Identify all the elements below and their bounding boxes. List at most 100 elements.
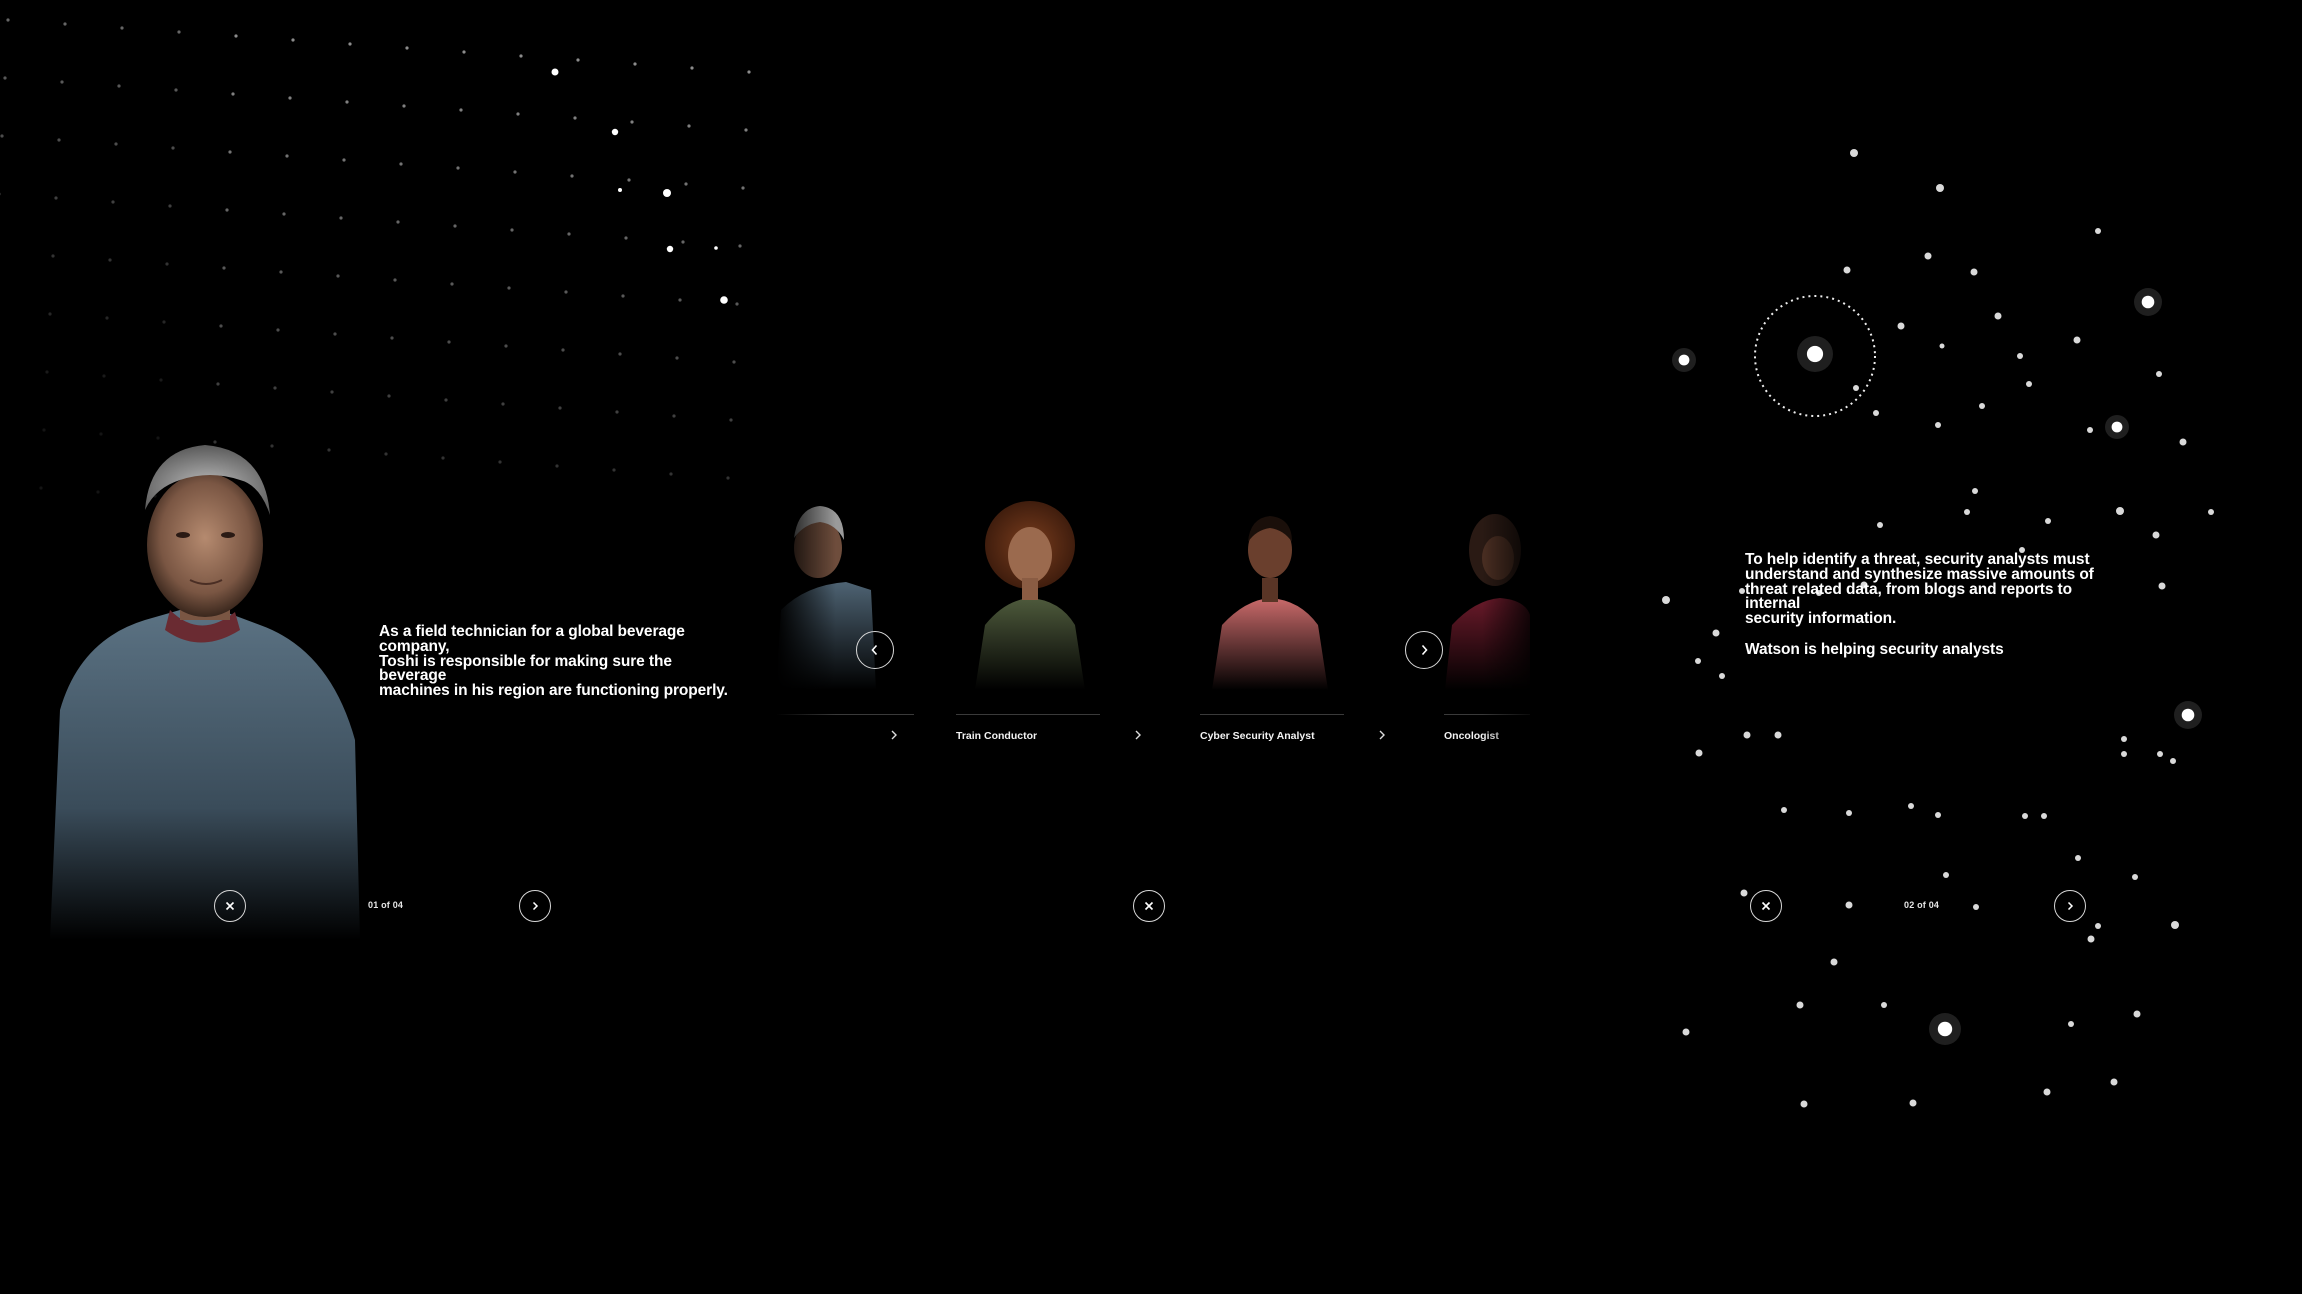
- star-dot: [732, 360, 736, 364]
- star-dot: [231, 92, 235, 96]
- star-dot: [2111, 421, 2123, 433]
- star-dot: [726, 476, 730, 480]
- star-dot: [1979, 403, 1985, 409]
- star-dot: [618, 188, 622, 192]
- star-dot: [1972, 488, 1978, 494]
- star-dot: [1662, 596, 1670, 604]
- chevron-right-icon[interactable]: [890, 730, 898, 740]
- star-dot: [687, 124, 691, 128]
- star-dot: [399, 162, 403, 166]
- star-dot: [54, 196, 58, 200]
- star-dot: [555, 464, 559, 468]
- chevron-right-icon[interactable]: [1378, 730, 1386, 740]
- star-dot: [273, 386, 277, 390]
- star-dot: [1712, 629, 1720, 637]
- star-dot: [2174, 701, 2202, 729]
- star-dot: [42, 428, 46, 432]
- star-dot: [2134, 288, 2162, 316]
- star-dot: [1937, 1021, 1953, 1037]
- star-dot: [387, 394, 391, 398]
- star-dot: [1935, 422, 1941, 428]
- star-dot: [1939, 343, 1945, 349]
- star-dot: [1800, 1100, 1808, 1108]
- star-dot: [1970, 268, 1978, 276]
- star-dot: [1924, 252, 1932, 260]
- star-dot: [633, 62, 637, 66]
- star-dot: [60, 80, 64, 84]
- left-story-panel: As a field technician for a global bever…: [0, 0, 760, 1294]
- star-dot: [672, 414, 676, 418]
- star-dot: [678, 298, 682, 302]
- star-dot: [0, 192, 1, 196]
- star-dot: [171, 146, 175, 150]
- star-dot: [453, 224, 457, 228]
- star-dot: [1873, 410, 1879, 416]
- star-dot: [216, 382, 220, 386]
- star-dot: [444, 398, 448, 402]
- star-dot: [2095, 923, 2101, 929]
- next-button[interactable]: [2054, 890, 2086, 922]
- star-dot: [1909, 1099, 1917, 1107]
- star-dot: [2087, 935, 2095, 943]
- star-dot: [666, 245, 674, 253]
- star-dot: [1781, 807, 1787, 813]
- star-dot: [1672, 348, 1696, 372]
- star-dot: [615, 410, 619, 414]
- star-dot: [1678, 354, 1690, 366]
- card-label-cyber-security-analyst[interactable]: Cyber Security Analyst: [1200, 730, 1315, 742]
- star-dot: [384, 452, 388, 456]
- star-dot: [330, 390, 334, 394]
- star-dot: [1936, 184, 1944, 192]
- star-dot: [2170, 758, 2176, 764]
- close-button[interactable]: [214, 890, 246, 922]
- highlight-ring: [1754, 295, 1876, 417]
- star-dot: [1740, 889, 1748, 897]
- chevron-right-icon[interactable]: [1134, 730, 1142, 740]
- star-dot: [405, 46, 409, 50]
- star-dot: [111, 200, 115, 204]
- star-dot: [222, 266, 226, 270]
- star-dot: [2156, 371, 2162, 377]
- star-dot: [611, 128, 619, 136]
- close-button[interactable]: [1133, 890, 1165, 922]
- chevron-right-icon: [1421, 644, 1428, 656]
- star-dot: [741, 186, 745, 190]
- carousel-fade-left: [776, 480, 836, 760]
- star-dot: [714, 246, 718, 250]
- star-dot: [684, 182, 688, 186]
- star-dot: [282, 212, 286, 216]
- description-line: machines in his region are functioning p…: [379, 682, 728, 700]
- star-dot: [738, 244, 742, 248]
- portrait-toshi: [50, 445, 360, 940]
- portrait-train-conductor[interactable]: [960, 500, 1100, 690]
- star-dot: [2073, 336, 2081, 344]
- story-description: As a field technician for a global bever…: [379, 624, 739, 700]
- star-dot: [624, 236, 628, 240]
- star-dot: [2068, 1021, 2074, 1027]
- card-label-train-conductor[interactable]: Train Conductor: [956, 730, 1037, 742]
- star-dot: [45, 370, 49, 374]
- persona-carousel-panel: Train Conductor Cyber Security Analyst O…: [760, 0, 1542, 1294]
- close-icon: [225, 901, 235, 911]
- star-dot: [1845, 901, 1853, 909]
- star-dot: [1695, 749, 1703, 757]
- star-dot: [501, 402, 505, 406]
- star-dot: [516, 112, 520, 116]
- carousel-prev-button[interactable]: [856, 631, 894, 669]
- star-dot: [1973, 904, 1979, 910]
- close-button[interactable]: [1750, 890, 1782, 922]
- star-dot: [561, 348, 565, 352]
- star-dot: [621, 294, 625, 298]
- star-dot: [51, 254, 55, 258]
- portrait-cyber-security-analyst[interactable]: [1200, 500, 1340, 690]
- carousel-next-button[interactable]: [1405, 631, 1443, 669]
- star-dot: [345, 100, 349, 104]
- description-line-faded: Watson is helping security analysts: [1745, 640, 2004, 658]
- chevron-left-icon: [871, 644, 878, 656]
- card-divider: [1200, 714, 1344, 715]
- star-dot: [225, 208, 229, 212]
- next-button[interactable]: [519, 890, 551, 922]
- star-dot: [276, 328, 280, 332]
- star-dot: [681, 240, 685, 244]
- star-dot: [174, 88, 178, 92]
